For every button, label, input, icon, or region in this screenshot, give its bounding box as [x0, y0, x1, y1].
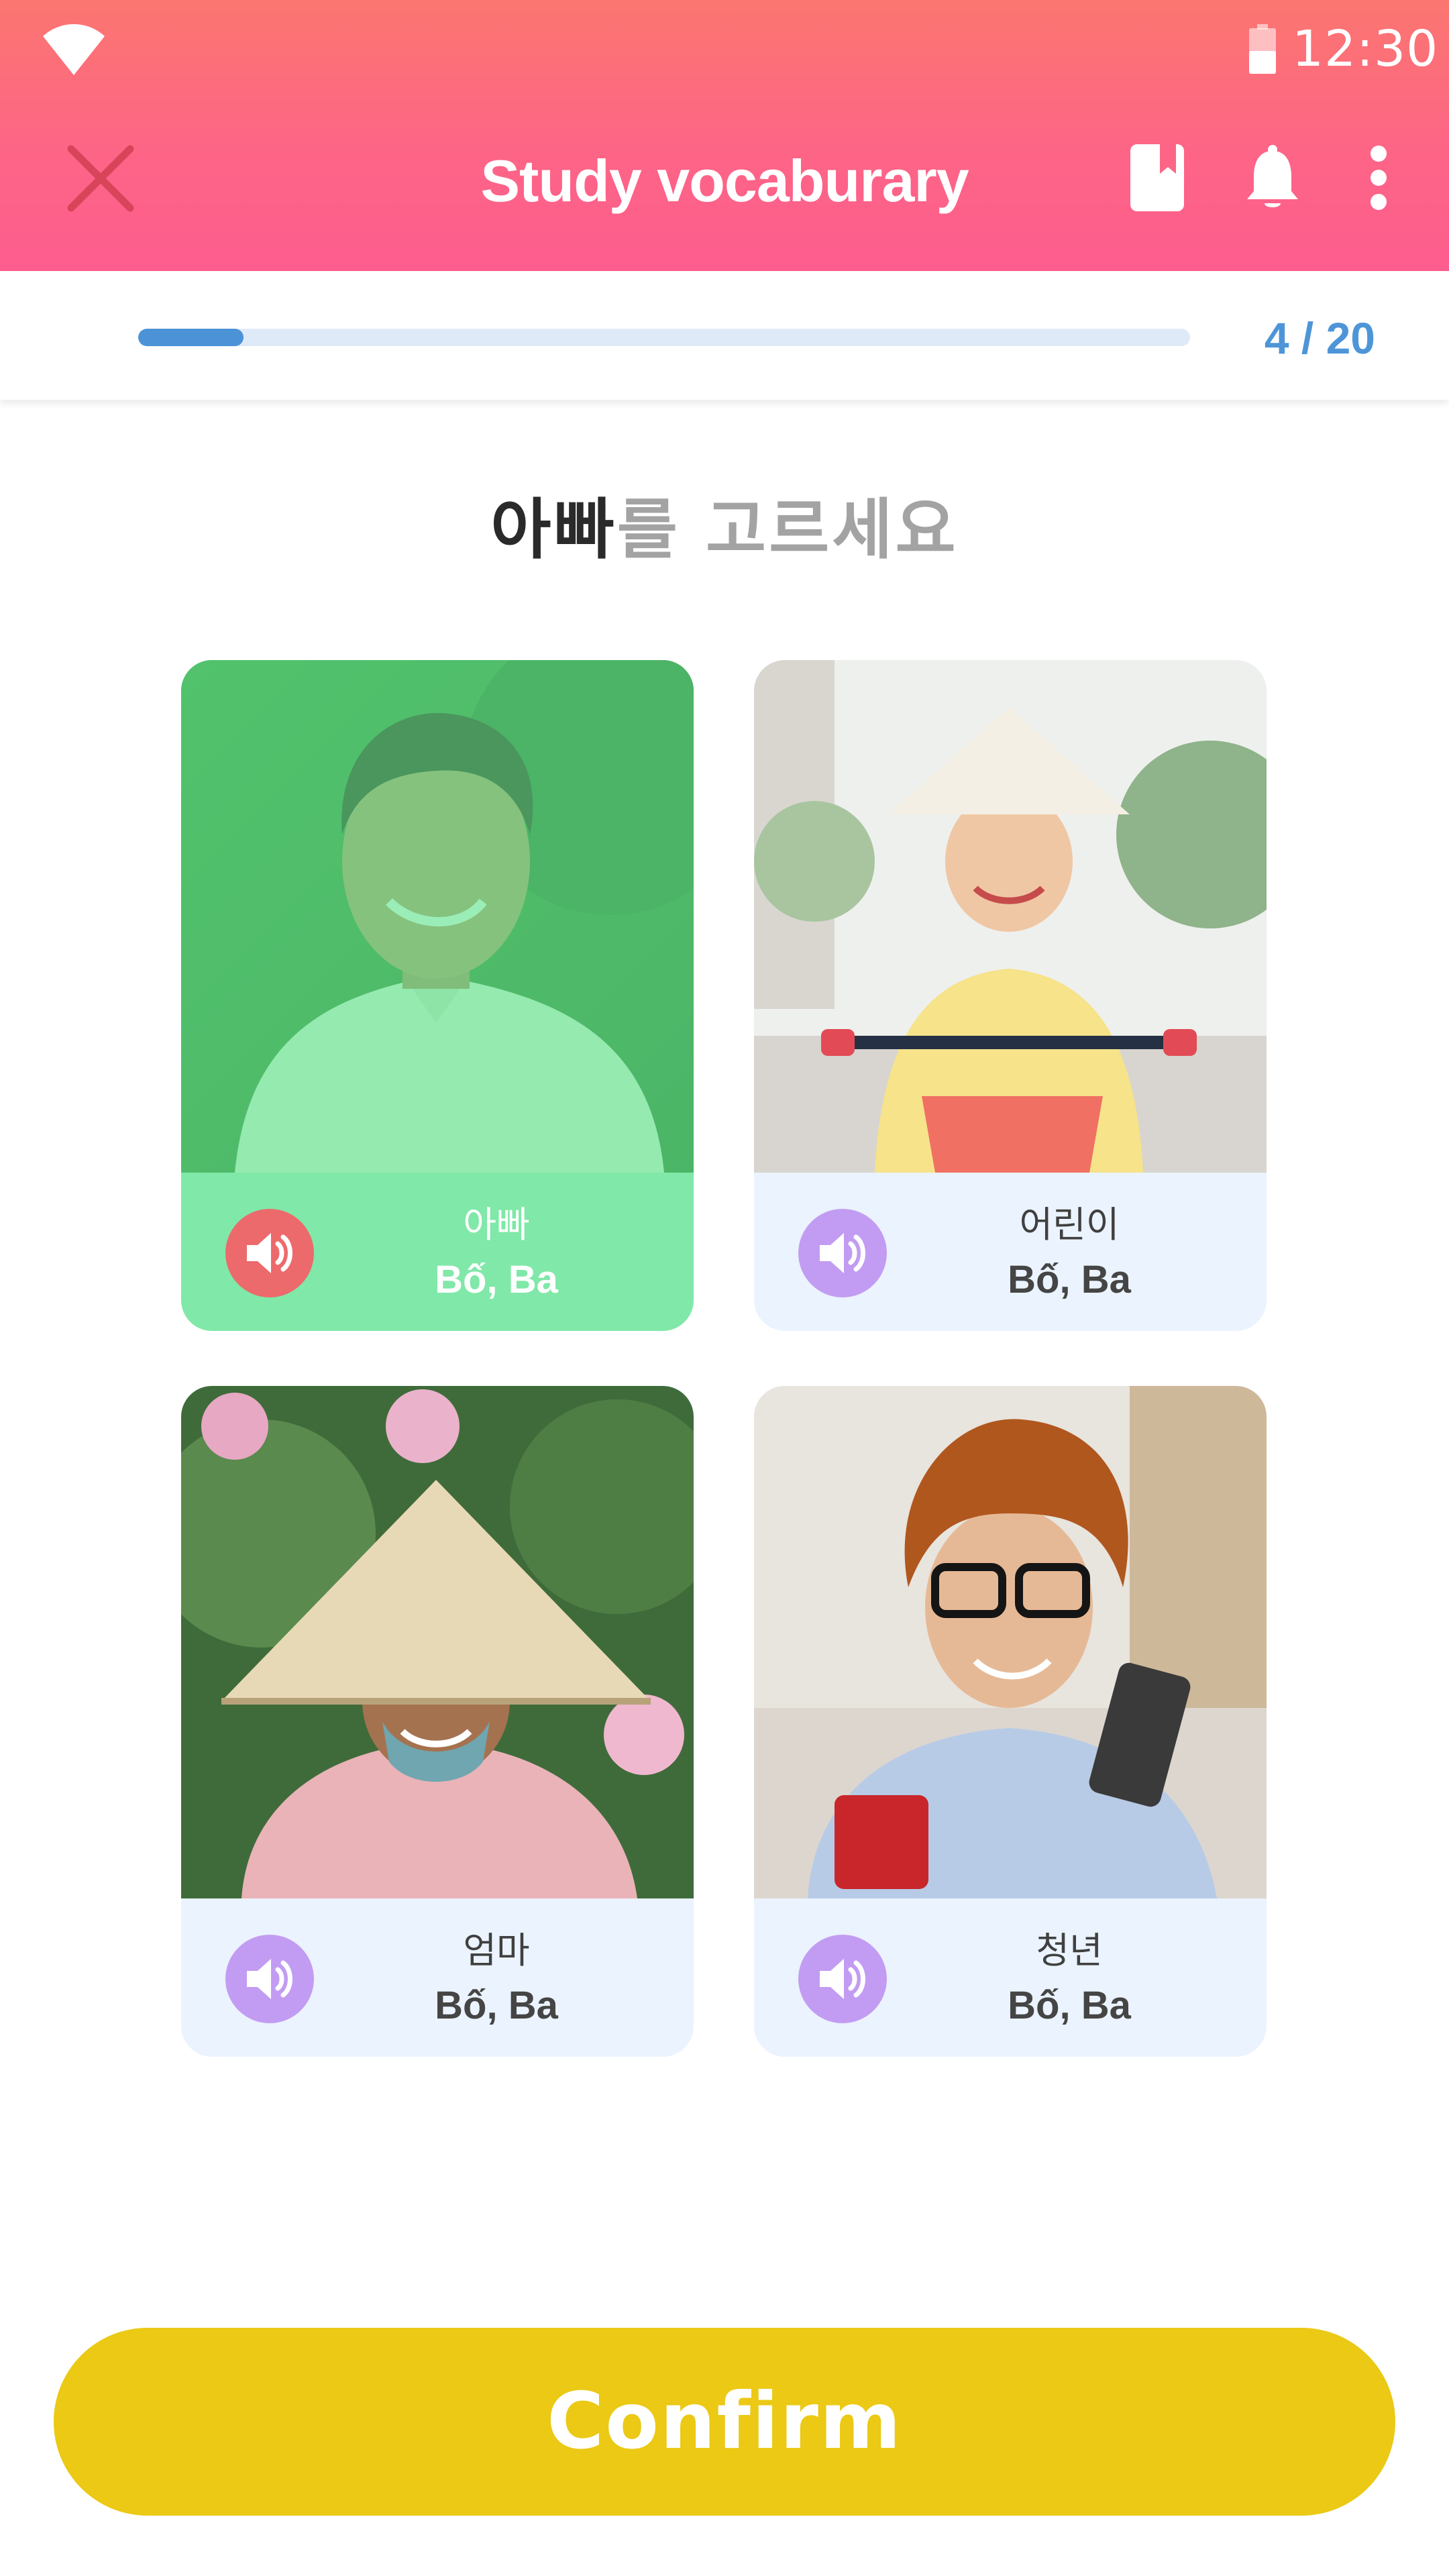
card-meaning: Bố, Ba [435, 1258, 558, 1301]
bookmark-button[interactable] [1114, 134, 1201, 221]
wifi-icon [42, 23, 106, 76]
page-title: Study vocaburary [480, 148, 969, 214]
play-audio-button[interactable] [798, 1209, 887, 1297]
card-footer: 아빠 Bố, Ba [181, 1173, 694, 1331]
card-meaning: Bố, Ba [1008, 1258, 1131, 1301]
selected-overlay [181, 660, 694, 1173]
close-icon [67, 145, 134, 212]
progress-bar [138, 329, 1190, 346]
prompt-target-word: 아빠 [490, 492, 617, 568]
play-audio-button[interactable] [225, 1209, 314, 1297]
card-photo-man [181, 660, 694, 1173]
status-bar: 12:30 [0, 0, 1449, 101]
card-footer: 엄마 Bố, Ba [181, 1898, 694, 2057]
card-word: 아빠 [463, 1203, 530, 1246]
card-word: 청년 [1036, 1929, 1103, 1972]
notifications-button[interactable] [1229, 134, 1316, 221]
card-footer: 어린이 Bố, Ba [754, 1173, 1267, 1331]
more-vertical-icon [1371, 146, 1387, 210]
toolbar: Study vocaburary [0, 101, 1449, 262]
card-photo-woman [181, 1386, 694, 1898]
card-word: 엄마 [463, 1929, 530, 1972]
progress-area: 4 / 20 [0, 271, 1449, 400]
card-word: 어린이 [1019, 1203, 1120, 1246]
more-options-button[interactable] [1335, 134, 1422, 221]
answer-card-2[interactable]: 어린이 Bố, Ba [754, 660, 1267, 1331]
speaker-icon [247, 1959, 292, 1999]
confirm-button[interactable]: Confirm [54, 2328, 1395, 2516]
study-vocabulary-screen: 12:30 Study vocaburary 4 / 20 아빠를 고르세요 아… [0, 0, 1449, 2576]
answer-card-1[interactable]: 아빠 Bố, Ba [181, 660, 694, 1331]
answer-card-3[interactable]: 엄마 Bố, Ba [181, 1386, 694, 2057]
card-meaning: Bố, Ba [435, 1984, 558, 2027]
bell-icon [1247, 145, 1298, 207]
battery-icon [1248, 24, 1277, 74]
prompt-instruction: 를 고르세요 [616, 492, 959, 568]
card-meaning: Bố, Ba [1008, 1984, 1131, 2027]
card-photo-young-man [754, 1386, 1267, 1898]
play-audio-button[interactable] [225, 1935, 314, 2023]
close-button[interactable] [52, 130, 149, 227]
card-footer: 청년 Bố, Ba [754, 1898, 1267, 2057]
question-prompt: 아빠를 고르세요 [201, 483, 1248, 577]
speaker-icon [820, 1233, 865, 1273]
header: 12:30 Study vocaburary [0, 0, 1449, 271]
progress-count: 4 / 20 [1264, 313, 1375, 363]
card-photo-child [754, 660, 1267, 1173]
status-time: 12:30 [1292, 20, 1439, 78]
progress-fill [138, 329, 244, 346]
speaker-icon [247, 1233, 292, 1273]
play-audio-button[interactable] [798, 1935, 887, 2023]
answer-card-4[interactable]: 청년 Bố, Ba [754, 1386, 1267, 2057]
speaker-icon [820, 1959, 865, 1999]
bookmark-icon [1130, 144, 1184, 211]
